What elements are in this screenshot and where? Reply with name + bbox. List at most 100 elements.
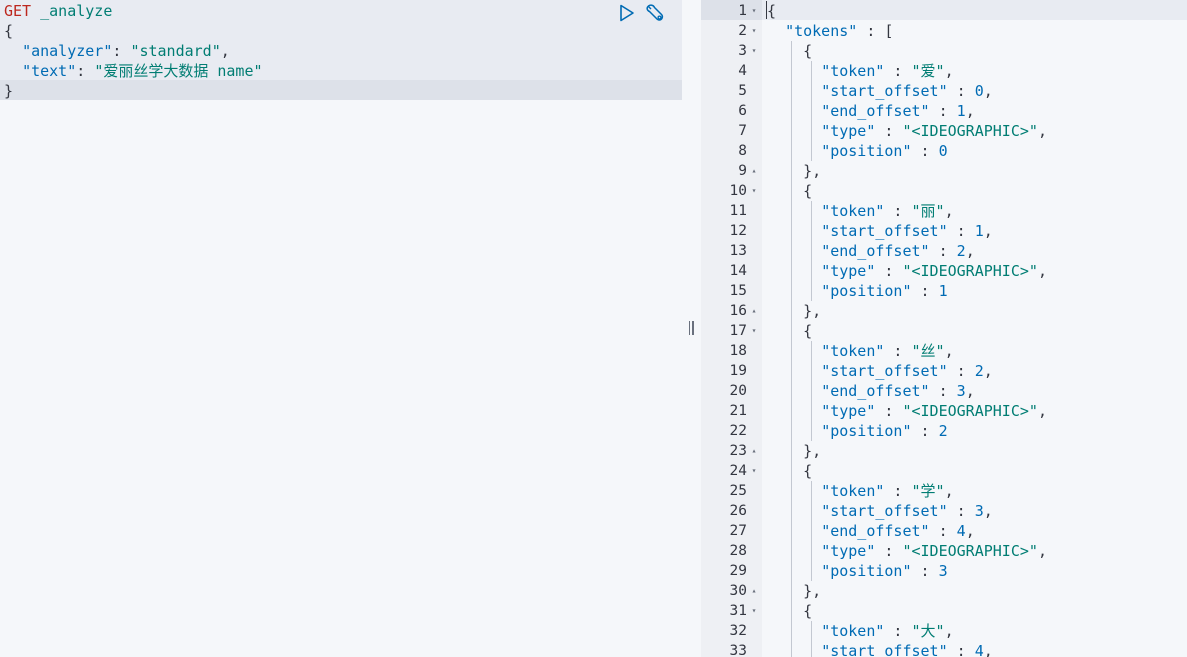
line-number: 11 [729, 203, 747, 219]
response-line: "end_offset" : 2, [767, 241, 975, 261]
text-value: "爱丽丝学大数据 name" [94, 62, 263, 80]
play-icon[interactable] [617, 3, 637, 23]
json-punctuation: , [965, 522, 975, 540]
line-number: 31 [729, 603, 747, 619]
line-number: 9 [738, 163, 747, 179]
gutter-row: 9 ▴ [701, 161, 762, 181]
json-key: "start_offset" [821, 82, 948, 100]
fold-collapse-icon[interactable]: ▾ [750, 1, 758, 21]
json-key: "position" [821, 282, 912, 300]
json-key: "position" [821, 422, 912, 440]
line-number: 33 [729, 643, 747, 657]
resize-handle-icon[interactable] [686, 318, 696, 338]
json-separator: : [875, 402, 903, 420]
line-number: 32 [729, 623, 747, 639]
json-punctuation: , [965, 102, 975, 120]
json-punctuation: , [983, 82, 993, 100]
fold-collapse-icon[interactable]: ▾ [750, 21, 758, 41]
json-separator: : [947, 82, 975, 100]
wrench-icon[interactable] [645, 3, 665, 23]
response-line: "token" : "爱", [767, 61, 953, 81]
response-line: "token" : "丽", [767, 201, 953, 221]
gutter-row: 15 [701, 281, 762, 301]
json-punctuation: { [803, 182, 813, 200]
gutter-row: 26 [701, 501, 762, 521]
fold-collapse-icon[interactable]: ▾ [750, 461, 758, 481]
gutter-row: 29 [701, 561, 762, 581]
json-key: "end_offset" [821, 242, 930, 260]
fold-expand-icon[interactable]: ▴ [750, 581, 758, 601]
json-string-value: "爱" [911, 62, 945, 80]
json-separator: : [947, 222, 975, 240]
response-line: "tokens" : [ [767, 21, 893, 41]
line-number: 3 [738, 43, 747, 59]
analyzer-value: "standard" [130, 42, 221, 60]
json-separator: : [929, 382, 957, 400]
request-editor[interactable]: GET _analyze { "analyzer": "standard", "… [0, 0, 682, 657]
line-number: 27 [729, 523, 747, 539]
gutter-row: 22 [701, 421, 762, 441]
json-key: "token" [821, 62, 885, 80]
fold-expand-icon[interactable]: ▴ [750, 301, 758, 321]
request-line-3[interactable]: "analyzer": "standard", [4, 41, 230, 61]
response-line: { [767, 41, 812, 61]
fold-collapse-icon[interactable]: ▾ [750, 601, 758, 621]
request-line-4[interactable]: "text": "爱丽丝学大数据 name" [4, 61, 263, 81]
response-line: "start_offset" : 2, [767, 361, 993, 381]
line-number: 10 [729, 183, 747, 199]
line-number: 24 [729, 463, 747, 479]
request-line-1[interactable]: GET _analyze [4, 1, 112, 21]
json-separator: : [911, 562, 939, 580]
json-number-value: 3 [974, 502, 984, 520]
json-number-value: 3 [956, 382, 966, 400]
json-key: "token" [821, 622, 885, 640]
json-separator: : [884, 202, 912, 220]
json-key: "end_offset" [821, 382, 930, 400]
fold-expand-icon[interactable]: ▴ [750, 441, 758, 461]
line-number: 15 [729, 283, 747, 299]
analyzer-key: "analyzer" [22, 42, 113, 60]
fold-expand-icon[interactable]: ▴ [750, 161, 758, 181]
gutter-row: 11 [701, 201, 762, 221]
line-number: 29 [729, 563, 747, 579]
json-key: "token" [821, 482, 885, 500]
json-string-value: "<IDEOGRAPHIC>" [902, 542, 1038, 560]
json-number-value: 1 [938, 282, 948, 300]
json-punctuation: , [983, 642, 993, 657]
json-separator: : [884, 482, 912, 500]
json-punctuation: , [965, 382, 975, 400]
request-line-5[interactable]: } [4, 81, 13, 101]
request-line-2[interactable]: { [4, 21, 13, 41]
json-separator: : [947, 362, 975, 380]
json-punctuation: , [1037, 262, 1047, 280]
active-line-highlight [0, 80, 682, 100]
json-punctuation: , [1037, 122, 1047, 140]
json-punctuation: , [965, 242, 975, 260]
line-number: 30 [729, 583, 747, 599]
gutter-row: 5 [701, 81, 762, 101]
line-number: 13 [729, 243, 747, 259]
response-line: "type" : "<IDEOGRAPHIC>", [767, 121, 1047, 141]
line-number: 19 [729, 363, 747, 379]
line-number: 8 [738, 143, 747, 159]
json-key: "type" [821, 402, 876, 420]
response-editor[interactable]: { "tokens" : [ { "token" : "爱", "start_o… [762, 0, 1187, 657]
fold-collapse-icon[interactable]: ▾ [750, 321, 758, 341]
gutter-row: 23 ▴ [701, 441, 762, 461]
fold-collapse-icon[interactable]: ▾ [750, 181, 758, 201]
response-line: { [767, 1, 776, 21]
fold-collapse-icon[interactable]: ▾ [750, 41, 758, 61]
json-separator: : [884, 62, 912, 80]
